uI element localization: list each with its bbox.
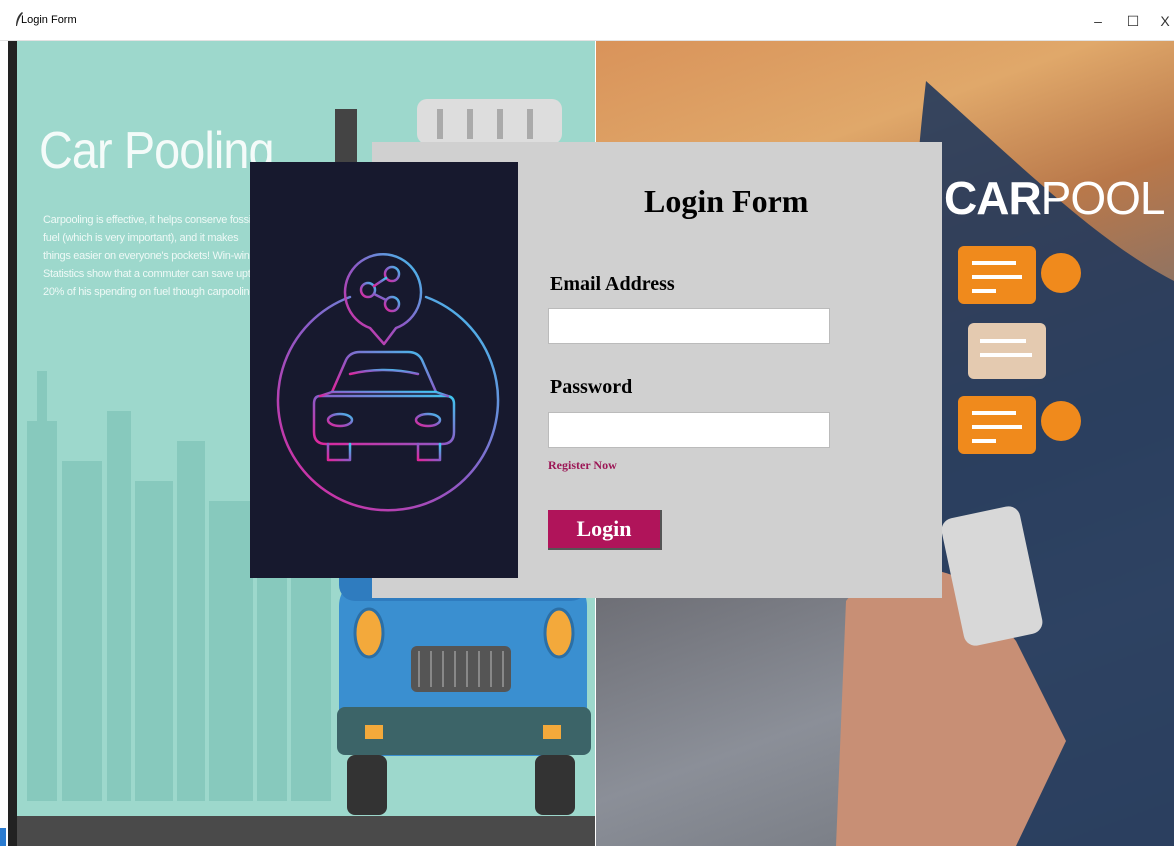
car-share-illustration <box>250 162 518 578</box>
window-frame <box>8 41 17 846</box>
email-label: Email Address <box>550 273 675 295</box>
brand-rest: POOL <box>1040 172 1166 224</box>
password-label: Password <box>550 376 633 398</box>
minimize-button[interactable]: – <box>1078 8 1118 34</box>
carpool-brand-text: CARPOOL <box>944 171 1165 225</box>
password-field[interactable] <box>548 412 830 448</box>
car-share-icon <box>276 253 500 512</box>
brand-bold: CAR <box>944 172 1042 224</box>
email-field[interactable] <box>548 308 830 344</box>
close-button[interactable]: X <box>1145 8 1174 34</box>
banner-title: Car Pooling <box>39 122 275 180</box>
window-titlebar: Login Form – ☐ X <box>0 0 1174 41</box>
form-title: Login Form <box>644 183 809 219</box>
banner-description: Carpooling is effective, it helps conser… <box>43 214 258 298</box>
window-title: Login Form <box>21 14 77 26</box>
taskbar-edge <box>0 828 6 846</box>
login-button[interactable]: Login <box>548 510 662 550</box>
register-now-link[interactable]: Register Now <box>548 458 617 473</box>
